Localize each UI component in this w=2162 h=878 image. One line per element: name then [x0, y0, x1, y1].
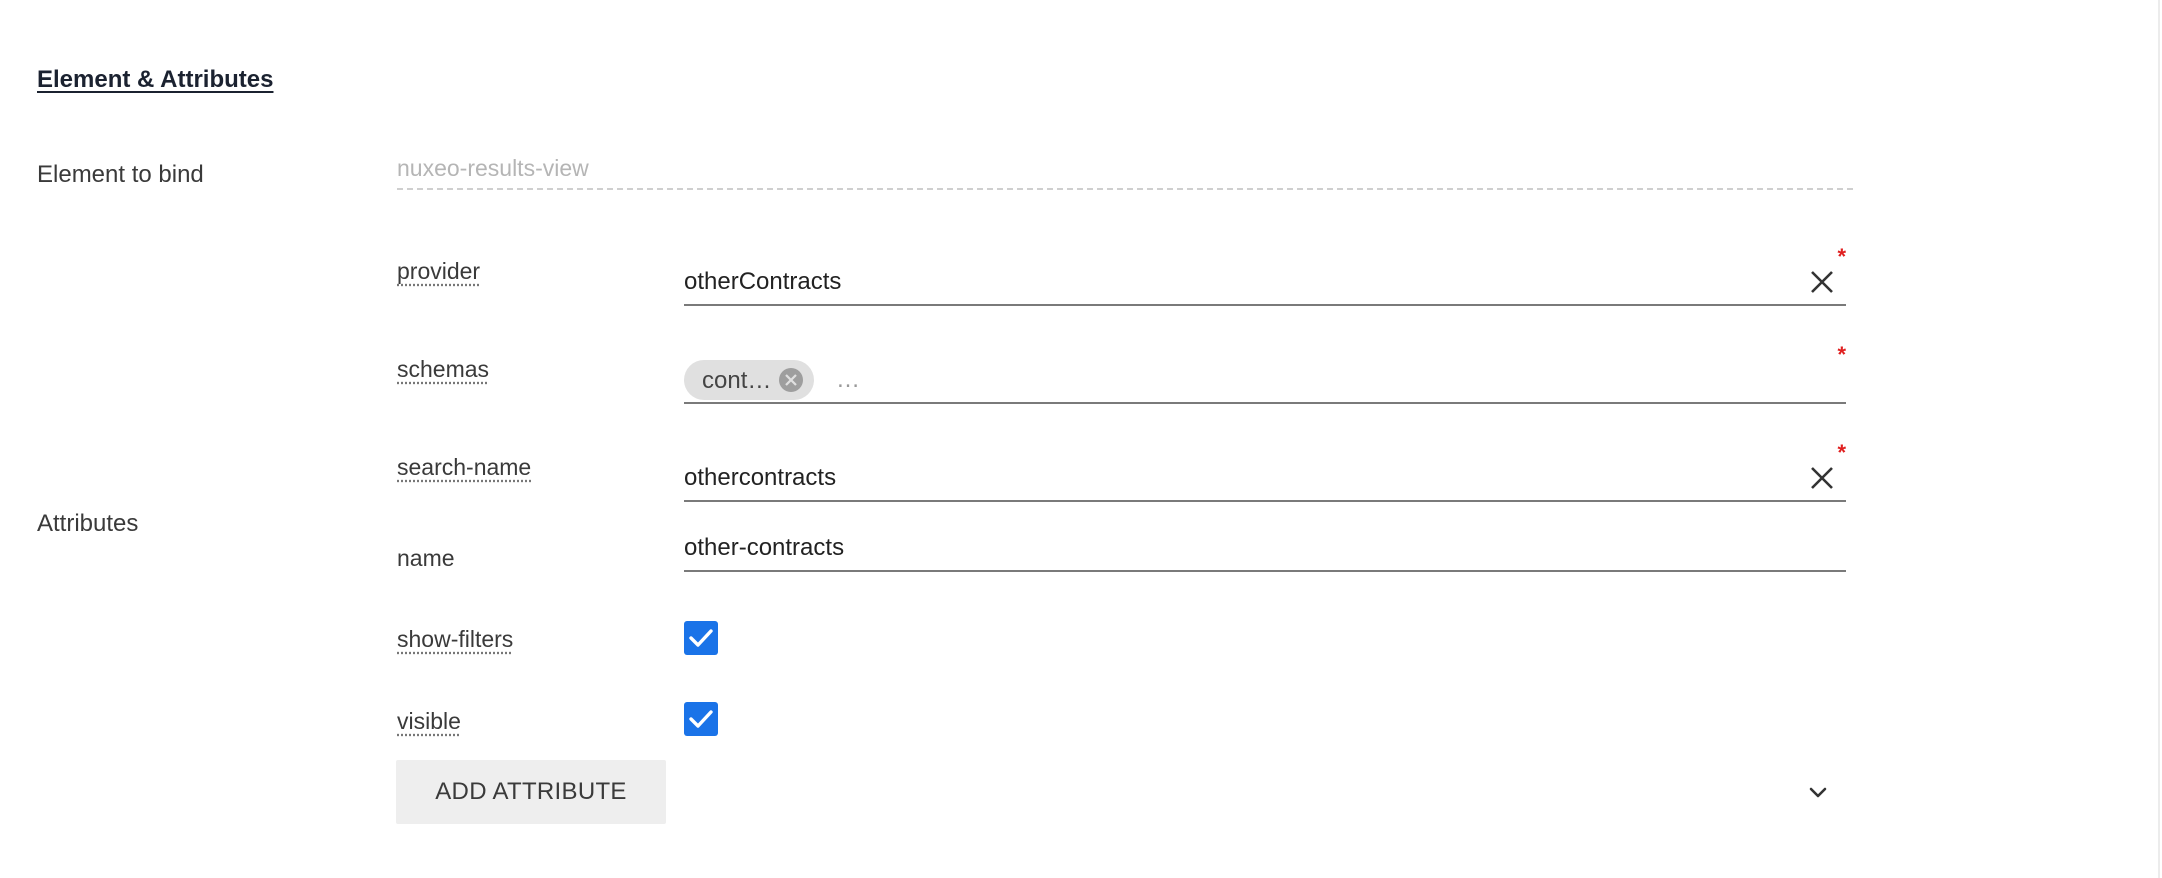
- attributes-label: Attributes: [37, 510, 139, 537]
- provider-field[interactable]: otherContracts *: [684, 244, 1846, 306]
- search-name-field[interactable]: othercontracts *: [684, 440, 1846, 502]
- schemas-search-input[interactable]: …: [836, 366, 860, 394]
- schema-chip-label: cont…: [702, 367, 772, 394]
- required-marker: *: [1837, 244, 1846, 269]
- chevron-down-icon[interactable]: [1805, 780, 1831, 806]
- schemas-attr-name: schemas: [397, 356, 490, 382]
- show-filters-attr-name: show-filters: [397, 626, 514, 652]
- name-attr-name: name: [397, 545, 455, 571]
- search-name-attr-name: search-name: [397, 454, 532, 480]
- check-icon: [689, 629, 713, 647]
- close-icon[interactable]: [1808, 464, 1836, 492]
- required-marker: *: [1837, 440, 1846, 465]
- visible-attr-name: visible: [397, 708, 461, 734]
- element-to-bind-input[interactable]: [397, 148, 1853, 190]
- add-attribute-button[interactable]: ADD ATTRIBUTE: [396, 760, 666, 824]
- close-icon[interactable]: [1808, 268, 1836, 296]
- name-value[interactable]: other-contracts: [684, 534, 844, 562]
- check-icon: [689, 710, 713, 728]
- show-filters-checkbox[interactable]: [684, 621, 718, 655]
- provider-value[interactable]: otherContracts: [684, 268, 841, 296]
- page-right-border: [2158, 0, 2160, 878]
- schema-chip: cont…: [684, 360, 814, 400]
- provider-attr-name: provider: [397, 258, 481, 284]
- visible-checkbox[interactable]: [684, 702, 718, 736]
- schemas-field[interactable]: cont… … *: [684, 342, 1846, 404]
- name-field[interactable]: other-contracts: [684, 526, 1846, 572]
- remove-chip-icon[interactable]: [778, 367, 804, 393]
- element-to-bind-label: Element to bind: [37, 161, 204, 188]
- search-name-value[interactable]: othercontracts: [684, 464, 836, 492]
- required-marker: *: [1837, 342, 1846, 367]
- section-title: Element & Attributes: [37, 66, 274, 93]
